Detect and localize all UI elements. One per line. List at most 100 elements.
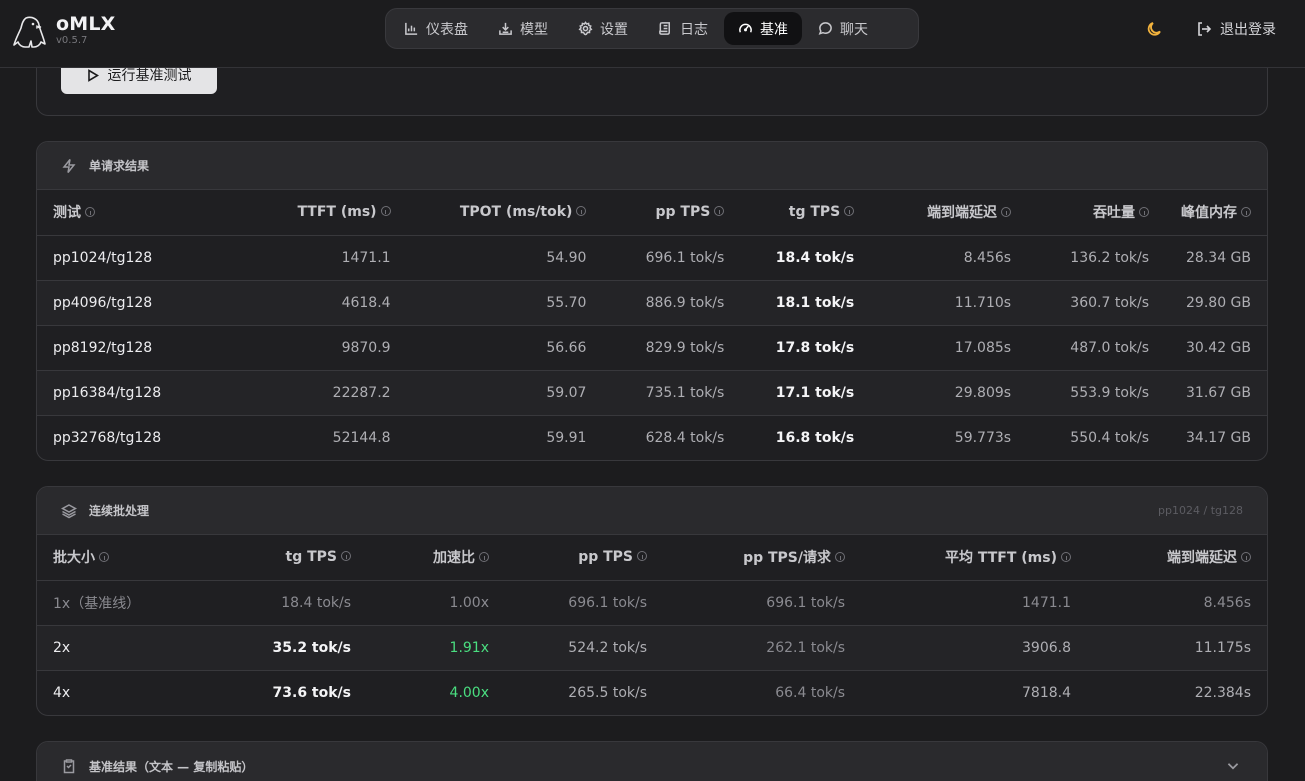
table-cell: 16.8 tok/s (775, 429, 855, 446)
table-cell: 1.91x (367, 625, 505, 671)
table-cell: 52144.8 (332, 429, 391, 446)
table-cell: 696.1 tok/s (505, 580, 663, 626)
single-results-header: 单请求结果 (37, 142, 1267, 190)
app-version: v0.5.7 (56, 35, 88, 46)
column-header[interactable]: TTFT (ms) (216, 190, 407, 236)
table-cell: pp32768/tg128 (53, 429, 162, 446)
info-icon[interactable] (637, 551, 647, 562)
table-row: pp16384/tg128 22287.2 59.07 735.1 tok/s … (37, 370, 1267, 416)
table-cell: 59.773s (954, 429, 1012, 446)
table-cell: 31.67 GB (1165, 370, 1267, 416)
table-row: pp1024/tg128 1471.1 54.90 696.1 tok/s 18… (37, 235, 1267, 281)
table-cell: 59.07 (406, 370, 603, 416)
info-icon[interactable] (85, 207, 95, 218)
logout-label: 退出登录 (1220, 22, 1276, 38)
table-cell: 1.00x (367, 580, 505, 626)
chevron-down-icon[interactable] (1225, 758, 1241, 774)
table-cell: 22.384s (1194, 684, 1251, 701)
nav-tab-label: 基准 (760, 21, 788, 38)
column-header[interactable]: 批大小 (37, 535, 219, 581)
nav-tab-chat[interactable]: 聊天 (804, 12, 882, 45)
info-icon[interactable] (380, 206, 391, 217)
penguin-logo-icon (13, 16, 46, 48)
table-cell: 18.4 tok/s (740, 235, 871, 281)
info-icon[interactable] (1241, 207, 1251, 218)
column-header[interactable]: 平均 TTFT (ms) (861, 535, 1087, 581)
info-icon[interactable] (576, 206, 587, 217)
table-cell: 29.80 GB (1165, 280, 1267, 326)
column-header[interactable]: 吞吐量 (1027, 190, 1165, 236)
info-icon[interactable] (99, 552, 109, 563)
table-cell: 1471.1 (861, 580, 1087, 626)
nav-tab-label: 设置 (600, 21, 628, 38)
single-results-table: 测试 TTFT (ms) TPOT (ms/tok) pp TPS tg TPS… (37, 190, 1267, 460)
info-icon[interactable] (1139, 207, 1149, 218)
logout-icon (1198, 22, 1212, 36)
table-cell: 28.34 GB (1165, 235, 1267, 281)
table-cell: 18.1 tok/s (740, 280, 871, 326)
table-cell: 4618.4 (216, 280, 407, 326)
nav-tab-label: 日志 (680, 21, 708, 38)
card-title: 单请求结果 (89, 159, 150, 173)
table-cell: 30.42 GB (1165, 325, 1267, 371)
text-results-header[interactable]: 基准结果（文本 — 复制粘贴） (37, 742, 1267, 781)
gauge-icon (739, 23, 752, 33)
table-cell: 7818.4 (1022, 684, 1071, 701)
table-cell: 628.4 tok/s (645, 429, 725, 446)
table-cell: pp16384/tg128 (37, 370, 217, 416)
nav-tab-models[interactable]: 模型 (484, 12, 562, 45)
table-cell: 360.7 tok/s (1027, 280, 1165, 326)
column-header[interactable]: TPOT (ms/tok) (406, 190, 603, 236)
column-header[interactable]: pp TPS (505, 535, 663, 581)
nav-tab-logs[interactable]: 日志 (644, 12, 722, 45)
batching-table: 批大小 tg TPS 加速比 pp TPS pp TPS/请求 平均 TTFT … (37, 535, 1267, 715)
info-icon[interactable] (341, 551, 351, 562)
moon-icon (1147, 22, 1161, 36)
info-icon[interactable] (835, 552, 845, 563)
column-header[interactable]: 端到端延迟 (870, 190, 1028, 236)
nav-tab-benchmark[interactable]: 基准 (724, 12, 802, 45)
table-cell: 34.17 GB (1186, 429, 1251, 446)
info-icon[interactable] (714, 206, 725, 217)
table-cell: 55.70 (406, 280, 603, 326)
table-cell: 54.90 (406, 235, 603, 281)
text-results-card[interactable]: 基准结果（文本 — 复制粘贴） (36, 741, 1268, 781)
column-header[interactable]: pp TPS (602, 190, 741, 236)
table-cell: 59.91 (546, 429, 587, 446)
table-cell: 524.2 tok/s (505, 625, 663, 671)
table-row: pp8192/tg128 9870.9 56.66 829.9 tok/s 17… (37, 325, 1267, 371)
gear-icon (578, 21, 593, 36)
download-icon (499, 22, 512, 35)
theme-toggle-button[interactable] (1146, 20, 1166, 40)
table-cell: pp4096/tg128 (37, 280, 217, 326)
column-header[interactable]: pp TPS/请求 (663, 535, 861, 581)
info-icon[interactable] (1061, 552, 1071, 563)
logout-button[interactable]: 退出登录 (1196, 19, 1276, 39)
batching-header: 连续批处理 pp1024 / tg128 (37, 487, 1267, 535)
info-icon[interactable] (1001, 207, 1012, 218)
nav-tab-settings[interactable]: 设置 (564, 12, 642, 45)
table-cell: 886.9 tok/s (602, 280, 741, 326)
column-header[interactable]: 峰值内存 (1165, 190, 1267, 236)
table-cell: 262.1 tok/s (663, 625, 861, 671)
nav-tab-dashboard[interactable]: 仪表盘 (390, 12, 482, 45)
table-cell: 1x（基准线） (37, 580, 219, 626)
table-cell: 17.1 tok/s (740, 370, 871, 416)
column-header[interactable]: 测试 (37, 190, 217, 236)
info-icon[interactable] (844, 206, 855, 217)
scroll-icon (659, 22, 670, 35)
column-header[interactable]: tg TPS (219, 535, 367, 581)
table-row: pp32768/tg128 52144.8 59.91 628.4 tok/s … (37, 415, 1267, 460)
table-cell: 22287.2 (216, 370, 407, 416)
table-cell: 2x (37, 625, 219, 671)
info-icon[interactable] (1241, 552, 1251, 563)
top-header: oMLX v0.5.7 仪表盘 模型 设置 日志 基准 聊天 退出登录 (0, 0, 1305, 68)
card-title: 基准结果（文本 — 复制粘贴） (89, 759, 254, 774)
column-header[interactable]: 端到端延迟 (1087, 535, 1267, 581)
column-header[interactable]: tg TPS (740, 190, 871, 236)
nav-tab-label: 模型 (520, 21, 548, 38)
column-header[interactable]: 加速比 (367, 535, 505, 581)
table-cell: 17.085s (870, 325, 1028, 371)
info-icon[interactable] (479, 552, 489, 563)
run-benchmark-label: 运行基准测试 (107, 68, 192, 84)
